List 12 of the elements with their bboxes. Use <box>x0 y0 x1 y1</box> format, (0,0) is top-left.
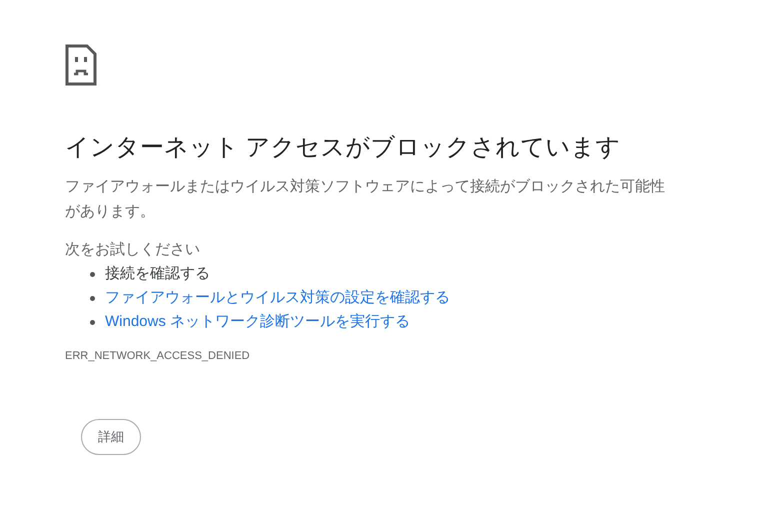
suggestion-link[interactable]: ファイアウォールとウイルス対策の設定を確認する <box>105 286 450 310</box>
suggestions-title: 次をお試しください <box>65 240 200 260</box>
error-code: ERR_NETWORK_ACCESS_DENIED <box>65 349 250 364</box>
bullet-icon <box>90 320 95 324</box>
bullet-icon <box>90 272 95 276</box>
suggestion-text: 接続を確認する <box>105 264 210 284</box>
sad-page-icon <box>65 44 97 86</box>
bullet-icon <box>90 296 95 300</box>
error-message: ファイアウォールまたはウイルス対策ソフトウェアによって接続がブロックされた可能性があります。 <box>65 177 666 222</box>
error-title: インターネット アクセスがブロックされています <box>65 133 622 163</box>
details-button[interactable]: 詳細 <box>81 419 141 455</box>
suggestion-link[interactable]: Windows ネットワーク診断ツールを実行する <box>105 310 410 334</box>
